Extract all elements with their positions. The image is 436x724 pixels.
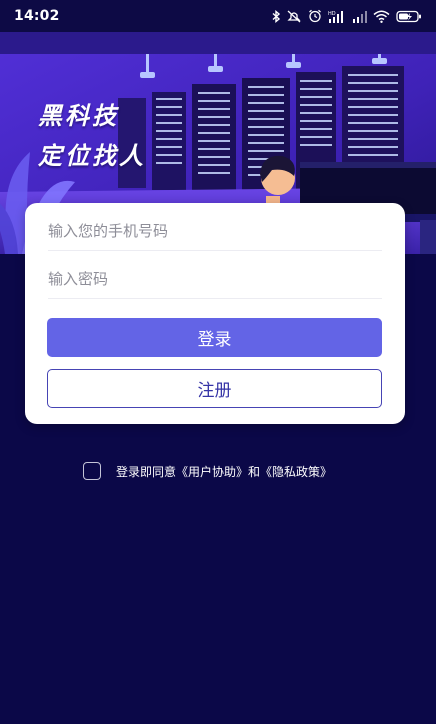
signal-icon bbox=[352, 10, 367, 23]
agreement-text: 登录即同意《用户协助》和《隐私政策》 bbox=[116, 463, 332, 480]
banner-title-line1: 黑科技 bbox=[38, 102, 119, 130]
login-card: 登录 注册 bbox=[25, 203, 405, 424]
signal-hd-icon: HD bbox=[328, 10, 346, 23]
phone-input[interactable] bbox=[48, 211, 382, 251]
status-time: 14:02 bbox=[14, 8, 60, 24]
register-button[interactable]: 注册 bbox=[47, 369, 382, 408]
status-icons: HD bbox=[272, 9, 422, 23]
battery-charging-icon bbox=[396, 10, 422, 23]
mute-icon bbox=[287, 10, 302, 23]
bluetooth-icon bbox=[272, 9, 281, 23]
agreement-checkbox[interactable] bbox=[83, 462, 101, 480]
alarm-icon bbox=[308, 9, 322, 23]
banner-title-line2: 定位找人 bbox=[38, 142, 146, 170]
privacy-policy-link[interactable]: 《隐私政策》 bbox=[260, 465, 332, 479]
user-agreement-link[interactable]: 《用户协助》 bbox=[176, 465, 248, 479]
login-screen: 14:02 HD 黑科技 定位找人 输入您的手机号码 登录 注册 登录即同意《用… bbox=[0, 0, 436, 724]
status-bar: 14:02 HD bbox=[0, 0, 436, 32]
agreement-row: 登录即同意《用户协助》和《隐私政策》 bbox=[83, 462, 332, 480]
login-button[interactable]: 登录 bbox=[47, 318, 382, 357]
password-input[interactable] bbox=[48, 259, 382, 299]
svg-text:HD: HD bbox=[328, 11, 336, 17]
agreement-prefix: 登录即同意 bbox=[116, 464, 177, 479]
agreement-conjunction: 和 bbox=[248, 464, 261, 479]
wifi-icon bbox=[373, 10, 390, 23]
